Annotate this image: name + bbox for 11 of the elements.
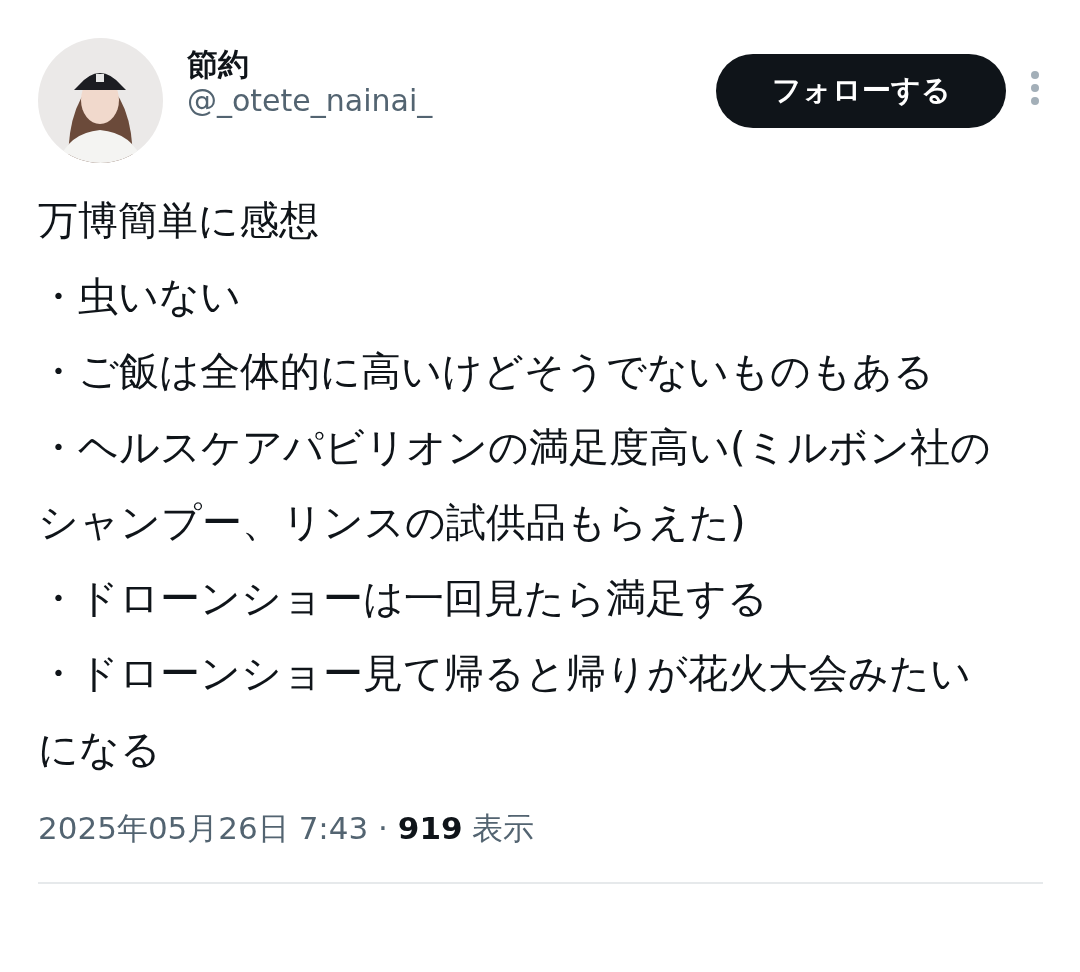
author-handle[interactable]: @_otete_nainai_ <box>187 83 433 120</box>
more-options-icon[interactable] <box>1030 70 1040 106</box>
post-text-line: ・ご飯は全体的に高いけどそうでないものもある <box>38 347 935 396</box>
post-text-line: 万博簡単に感想 <box>38 196 320 245</box>
post-text-line: ・ドローンショー見て帰ると帰りが花火大会みたいになる <box>38 649 972 774</box>
post-text-line: ・ヘルスケアパビリオンの満足度高い(ミルボン社のシャンプー、リンスの試供品もらえた) <box>38 422 992 547</box>
post-timestamp-views: 2025年05月26日 7:43 · 919 表示 <box>38 809 536 848</box>
post-text-line: ・ドローンショーは一回見たら満足する <box>38 573 769 623</box>
author-name[interactable]: 節約 <box>187 46 433 84</box>
follow-button[interactable]: フォローする <box>716 54 1006 128</box>
post-text-line: ・虫いない <box>38 271 242 321</box>
